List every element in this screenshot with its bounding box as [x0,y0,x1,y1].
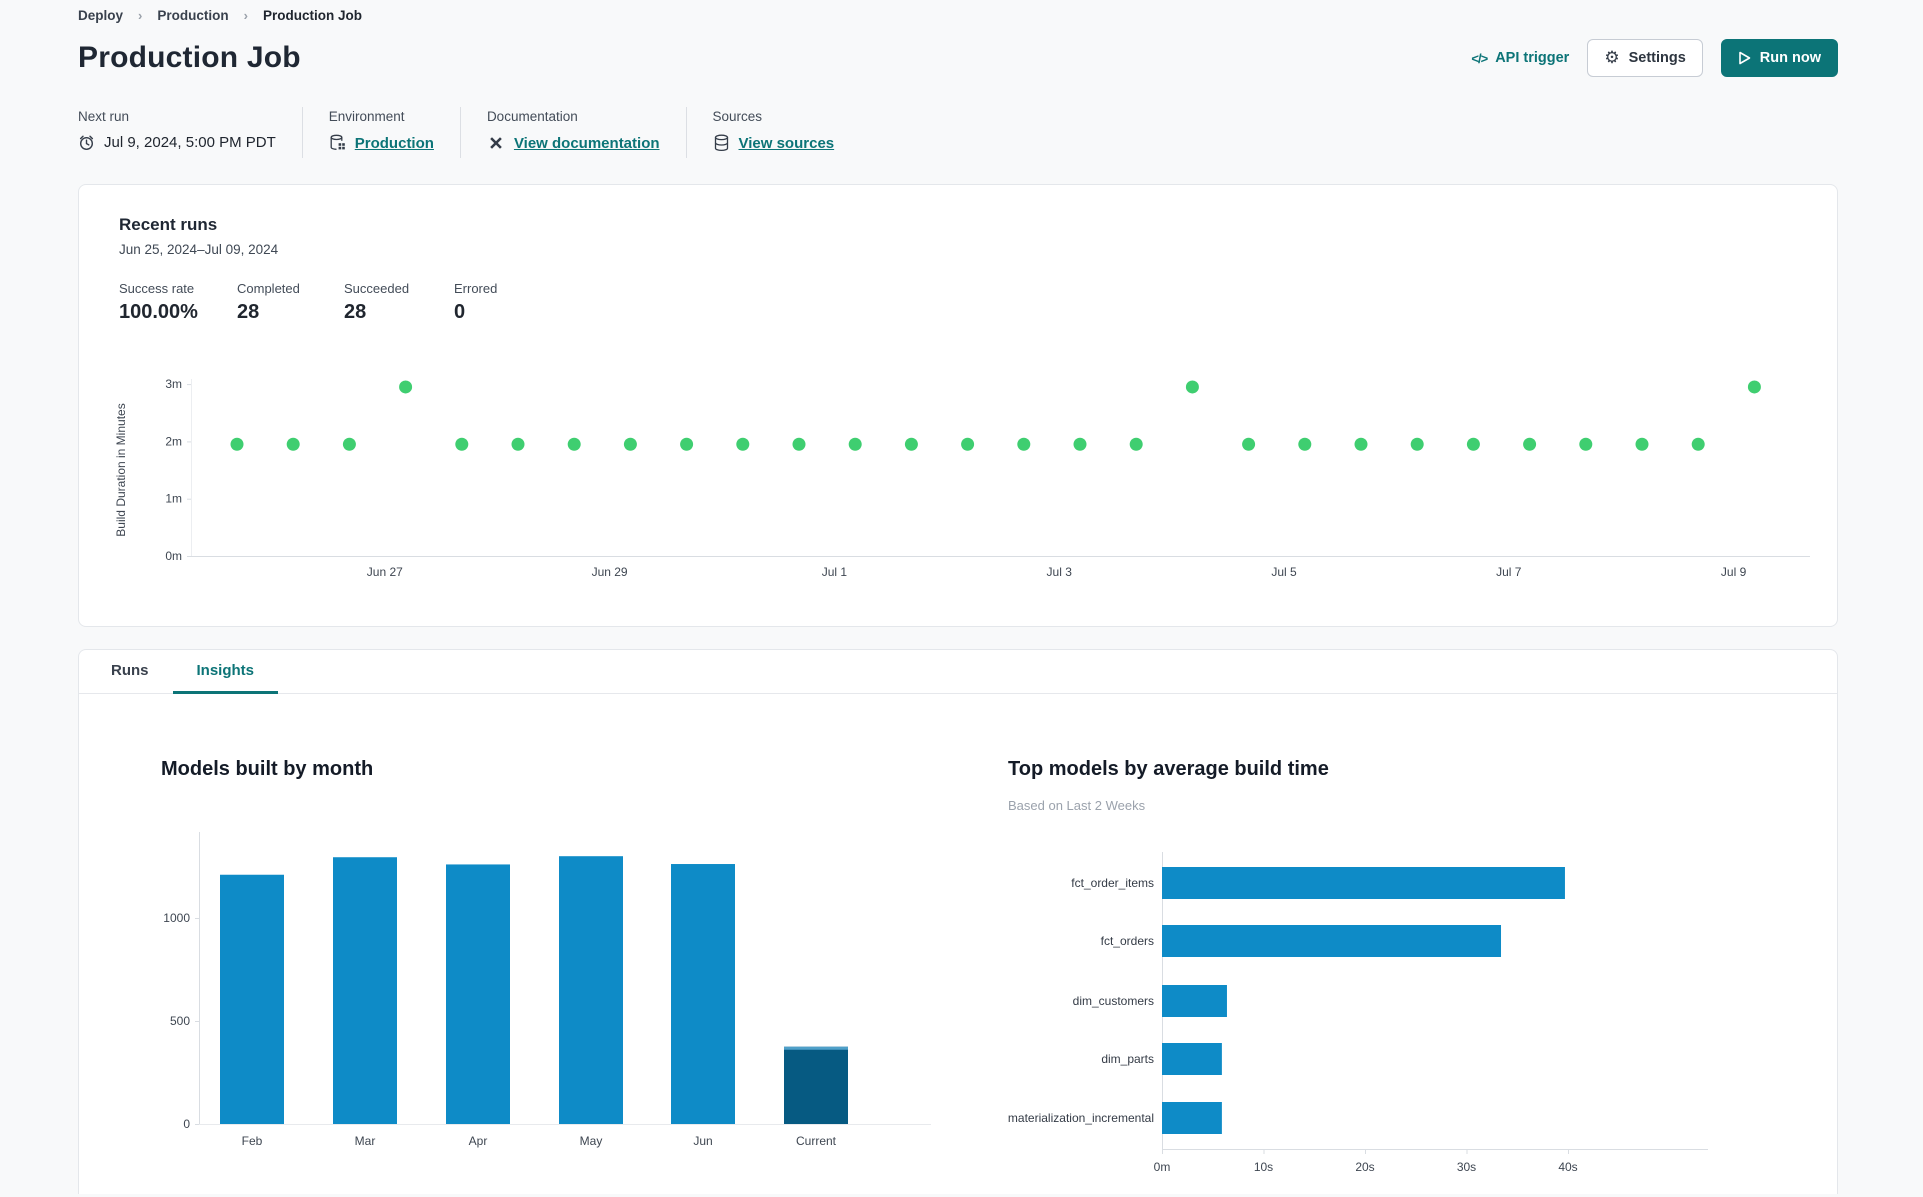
recent-runs-stats: Success rate 100.00% Completed 28 Succee… [119,281,1797,324]
models-built-title: Models built by month [161,758,374,780]
tab-runs[interactable]: Runs [87,650,173,694]
gear-icon: ⚙ [1604,47,1620,68]
settings-button[interactable]: ⚙ Settings [1587,39,1703,77]
database-icon [714,134,728,152]
svg-text:materialization_incremental: materialization_incremental [1008,1111,1154,1125]
svg-text:0: 0 [183,1117,190,1131]
chevron-right-icon: › [243,8,248,23]
settings-label: Settings [1628,50,1686,66]
view-sources-link[interactable]: View sources [739,135,835,152]
api-trigger-label: API trigger [1495,50,1570,66]
dbt-logo-icon [490,137,502,149]
recent-runs-date-range: Jun 25, 2024–Jul 09, 2024 [119,242,279,257]
svg-text:Jun 27: Jun 27 [367,565,403,579]
stat-succeeded: Succeeded 28 [344,281,454,324]
stat-label: Errored [454,281,498,296]
api-trigger-link[interactable]: </> API trigger [1471,50,1569,66]
insights-panel: Models built by month 0 500 1000 Feb Mar Apr M… [79,694,1837,1193]
next-run-value: Jul 9, 2024, 5:00 PM PDT [78,134,276,151]
run-now-label: Run now [1759,50,1821,66]
svg-text:500: 500 [170,1014,190,1028]
environment-link[interactable]: Production [355,135,434,152]
svg-text:Jun: Jun [693,1134,712,1148]
next-run-section: Next run Jul 9, 2024, 5:00 PM PDT [78,107,303,158]
stat-value: 28 [344,301,367,323]
documentation-label: Documentation [486,109,578,124]
top-models-subtitle: Based on Last 2 Weeks [1008,798,1146,813]
svg-text:Apr: Apr [469,1134,488,1148]
sources-section: Sources View sources [687,107,861,158]
stat-label: Succeeded [344,281,410,296]
tab-bar: Runs Insights [79,650,1837,694]
top-models-title: Top models by average build time [1008,758,1329,780]
stat-value: 28 [237,301,260,323]
page-title: Production Job [78,41,301,74]
breadcrumb-current: Production Job [262,8,362,23]
svg-text:dim_parts: dim_parts [1101,1052,1154,1066]
breadcrumb: Deploy › Production › Production Job [78,8,1838,23]
breadcrumb-production[interactable]: Production [157,8,228,23]
environment-label: Environment [328,109,405,124]
svg-text:dim_customers: dim_customers [1073,994,1154,1008]
environment-section: Environment Production [303,107,461,158]
alarm-clock-icon [79,135,94,151]
svg-text:0m: 0m [165,549,182,563]
runs-insights-card: Runs Insights Models built by month 0 500… [78,649,1838,1194]
svg-text:1m: 1m [165,492,182,506]
svg-text:40s: 40s [1558,1160,1577,1174]
svg-text:Mar: Mar [355,1134,376,1148]
svg-text:Build Duration in Minutes: Build Duration in Minutes [114,403,128,536]
top-models-chart: 0m 10s 20s 30s 40s fct_order_items fct_ordersd… [1008,852,1708,1174]
page-content: Deploy › Production › Production Job Pro… [78,0,1838,1194]
stat-errored: Errored 0 [454,281,497,324]
view-documentation-link[interactable]: View documentation [514,135,660,152]
stat-value: 100.00% [119,301,198,323]
svg-text:1000: 1000 [163,911,190,925]
sources-label: Sources [712,109,763,124]
stat-success-rate: Success rate 100.00% [119,281,237,324]
next-run-label: Next run [78,109,130,124]
svg-text:fct_orders: fct_orders [1101,934,1154,948]
code-icon: </> [1471,50,1488,66]
svg-text:3m: 3m [165,377,182,391]
stat-completed: Completed 28 [237,281,344,324]
environment-database-icon [330,134,345,150]
svg-text:Jul 7: Jul 7 [1496,565,1522,579]
tab-insights[interactable]: Insights [172,650,279,694]
build-duration-chart: 0m 1m 2m 3m Build Duration in Minutes Jun 27 J… [114,377,1810,579]
stat-value: 0 [454,301,466,323]
stat-label: Completed [237,281,300,296]
svg-text:Current: Current [796,1134,837,1148]
page-header: Production Job </> API trigger ⚙ Setting… [78,39,1838,77]
models-built-chart: 0 500 1000 Feb Mar Apr May Jun Current [163,832,931,1148]
next-run-datetime: Jul 9, 2024, 5:00 PM PDT [104,134,276,151]
svg-text:Jun 29: Jun 29 [592,565,628,579]
svg-text:Jul 5: Jul 5 [1271,565,1297,579]
svg-text:May: May [580,1134,603,1148]
svg-text:0m: 0m [1154,1160,1171,1174]
header-actions: </> API trigger ⚙ Settings Run now [1471,39,1838,77]
play-icon [1738,51,1751,65]
svg-text:fct_order_items: fct_order_items [1071,876,1154,890]
svg-text:Feb: Feb [242,1134,263,1148]
chevron-right-icon: › [138,8,143,23]
svg-text:20s: 20s [1355,1160,1374,1174]
recent-runs-title: Recent runs [119,215,218,234]
svg-text:2m: 2m [165,434,182,448]
svg-text:10s: 10s [1254,1160,1273,1174]
run-now-button[interactable]: Run now [1720,39,1838,77]
recent-runs-card: Recent runs Jun 25, 2024–Jul 09, 2024 Su… [78,184,1838,627]
documentation-section: Documentation View documentation [461,107,687,158]
svg-text:Jul 3: Jul 3 [1047,565,1073,579]
job-info-row: Next run Jul 9, 2024, 5:00 PM PDT Enviro… [78,107,1838,158]
stat-label: Success rate [119,281,195,296]
svg-text:Jul 1: Jul 1 [822,565,848,579]
svg-text:Jul 9: Jul 9 [1721,565,1747,579]
breadcrumb-deploy[interactable]: Deploy [78,8,123,23]
svg-text:30s: 30s [1457,1160,1476,1174]
